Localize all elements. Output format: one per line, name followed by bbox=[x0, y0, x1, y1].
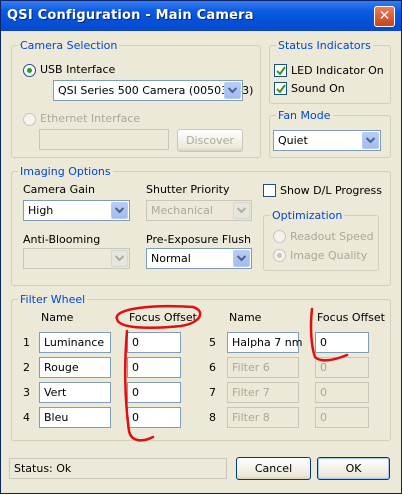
focus-offset-value: 0 bbox=[320, 386, 327, 399]
filter-name-header-left: Name bbox=[41, 311, 74, 324]
focus-offset-field[interactable]: 0 bbox=[315, 382, 369, 403]
filter-number: 6 bbox=[209, 361, 216, 374]
anti-blooming-label: Anti-Blooming bbox=[23, 233, 101, 246]
focus-offset-value: 0 bbox=[132, 386, 139, 399]
focus-offset-header-left: Focus Offset bbox=[129, 311, 197, 324]
fan-mode-select[interactable]: Quiet bbox=[273, 130, 381, 151]
image-quality-radio[interactable] bbox=[273, 249, 286, 262]
shutter-priority-label: Shutter Priority bbox=[146, 183, 230, 196]
focus-offset-field[interactable]: 0 bbox=[315, 407, 369, 428]
ethernet-address-field[interactable] bbox=[39, 129, 169, 150]
usb-interface-radio[interactable] bbox=[23, 64, 36, 77]
focus-offset-field[interactable]: 0 bbox=[315, 357, 369, 378]
filter-name-value: Halpha 7 nm bbox=[232, 336, 303, 349]
filter-name-field[interactable]: Luminance bbox=[39, 332, 111, 353]
chevron-down-icon bbox=[233, 250, 250, 267]
camera-gain-label: Camera Gain bbox=[23, 183, 95, 196]
imaging-options-legend: Imaging Options bbox=[20, 165, 111, 178]
focus-offset-value: 0 bbox=[320, 411, 327, 424]
shutter-priority-value: Mechanical bbox=[151, 204, 213, 217]
ethernet-interface-label: Ethernet Interface bbox=[40, 112, 141, 125]
anti-blooming-select[interactable] bbox=[23, 248, 130, 269]
chevron-down-icon bbox=[233, 202, 250, 219]
led-indicator-checkbox[interactable] bbox=[274, 64, 287, 77]
checkmark-icon bbox=[276, 66, 286, 76]
focus-offset-value: 0 bbox=[132, 361, 139, 374]
window-title: QSI Configuration - Main Camera bbox=[7, 8, 254, 23]
show-dl-progress-checkbox[interactable] bbox=[263, 184, 276, 197]
title-bar[interactable]: QSI Configuration - Main Camera ✕ bbox=[1, 1, 401, 31]
image-quality-label: Image Quality bbox=[290, 249, 368, 262]
filter-name-value: Filter 6 bbox=[232, 361, 270, 374]
focus-offset-field[interactable]: 0 bbox=[315, 332, 369, 353]
filter-name-value: Filter 7 bbox=[232, 386, 270, 399]
status-bar: Status: Ok bbox=[9, 458, 227, 479]
pre-exposure-flush-label: Pre-Exposure Flush bbox=[146, 233, 251, 246]
filter-name-field[interactable]: Filter 7 bbox=[227, 382, 299, 403]
filter-name-header-right: Name bbox=[229, 311, 262, 324]
pre-exposure-flush-value: Normal bbox=[151, 252, 191, 265]
filter-name-field[interactable]: Filter 6 bbox=[227, 357, 299, 378]
focus-offset-value: 0 bbox=[320, 336, 327, 349]
led-indicator-label: LED Indicator On bbox=[291, 64, 384, 77]
chevron-down-icon bbox=[111, 202, 128, 219]
radio-selected-dot bbox=[27, 68, 32, 73]
sound-on-checkbox[interactable] bbox=[274, 82, 287, 95]
status-indicators-legend: Status Indicators bbox=[278, 39, 371, 52]
chevron-down-icon bbox=[224, 82, 241, 99]
pre-exposure-flush-select[interactable]: Normal bbox=[146, 248, 252, 269]
filter-name-field[interactable]: Halpha 7 nm bbox=[227, 332, 303, 353]
dialog-window: QSI Configuration - Main Camera ✕ Camera… bbox=[0, 0, 402, 494]
cancel-button[interactable]: Cancel bbox=[236, 457, 311, 480]
focus-offset-field[interactable]: 0 bbox=[127, 407, 181, 428]
filter-name-value: Luminance bbox=[44, 336, 105, 349]
discover-button[interactable]: Discover bbox=[177, 129, 243, 152]
chevron-down-icon bbox=[111, 250, 128, 267]
sound-on-label: Sound On bbox=[291, 82, 345, 95]
focus-offset-field[interactable]: 0 bbox=[127, 357, 181, 378]
focus-offset-field[interactable]: 0 bbox=[127, 382, 181, 403]
readout-speed-label: Readout Speed bbox=[290, 230, 374, 243]
filter-name-field[interactable]: Filter 8 bbox=[227, 407, 299, 428]
filter-number: 8 bbox=[209, 411, 216, 424]
filter-name-value: Vert bbox=[44, 386, 67, 399]
ethernet-interface-radio[interactable] bbox=[23, 113, 36, 126]
filter-wheel-legend: Filter Wheel bbox=[20, 293, 86, 306]
radio-selected-dot bbox=[277, 253, 282, 258]
show-dl-progress-label: Show D/L Progress bbox=[280, 184, 382, 197]
filter-number: 3 bbox=[23, 386, 30, 399]
checkmark-icon bbox=[276, 84, 286, 94]
filter-name-field[interactable]: Bleu bbox=[39, 407, 111, 428]
filter-number: 4 bbox=[23, 411, 30, 424]
filter-name-value: Bleu bbox=[44, 411, 69, 424]
camera-selection-legend: Camera Selection bbox=[20, 39, 118, 52]
focus-offset-value: 0 bbox=[132, 336, 139, 349]
close-button[interactable]: ✕ bbox=[374, 6, 395, 27]
camera-gain-value: High bbox=[28, 204, 54, 217]
filter-number: 5 bbox=[209, 336, 216, 349]
optimization-legend: Optimization bbox=[272, 209, 343, 222]
readout-speed-radio[interactable] bbox=[273, 230, 286, 243]
fan-mode-legend: Fan Mode bbox=[278, 109, 331, 122]
filter-name-field[interactable]: Vert bbox=[39, 382, 111, 403]
chevron-down-icon bbox=[362, 132, 379, 149]
usb-interface-label: USB Interface bbox=[40, 63, 116, 76]
status-text: Status: Ok bbox=[14, 462, 72, 475]
camera-gain-select[interactable]: High bbox=[23, 200, 130, 221]
close-icon: ✕ bbox=[378, 8, 391, 24]
filter-number: 2 bbox=[23, 361, 30, 374]
focus-offset-header-right: Focus Offset bbox=[317, 311, 385, 324]
shutter-priority-select[interactable]: Mechanical bbox=[146, 200, 252, 221]
focus-offset-value: 0 bbox=[132, 411, 139, 424]
focus-offset-field[interactable]: 0 bbox=[127, 332, 181, 353]
filter-name-value: Rouge bbox=[44, 361, 79, 374]
filter-number: 1 bbox=[23, 336, 30, 349]
fan-mode-value: Quiet bbox=[278, 134, 308, 147]
filter-name-field[interactable]: Rouge bbox=[39, 357, 111, 378]
focus-offset-value: 0 bbox=[320, 361, 327, 374]
filter-name-value: Filter 8 bbox=[232, 411, 270, 424]
filter-number: 7 bbox=[209, 386, 216, 399]
usb-camera-select[interactable]: QSI Series 500 Camera (00503833) bbox=[53, 80, 253, 101]
ok-button[interactable]: OK bbox=[317, 457, 390, 480]
